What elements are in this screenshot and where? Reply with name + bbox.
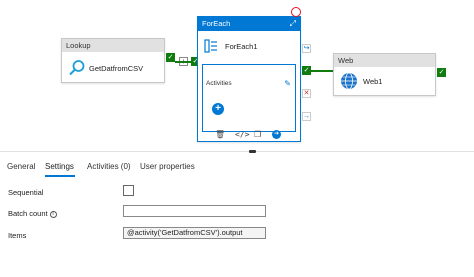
- foreach-activity-name: ForEach1: [225, 42, 258, 51]
- activity-toolbar: 🗑 </> ❐ ➔: [215, 130, 291, 140]
- tab-user-properties[interactable]: User properties: [140, 162, 195, 171]
- pipeline-canvas[interactable]: Lookup GetDatfromCSV ✓ + ✓ ForEach ⤢ For…: [0, 0, 474, 150]
- web-activity-name: Web1: [363, 77, 383, 86]
- go-icon[interactable]: ➔: [272, 130, 281, 139]
- copy-icon[interactable]: ❐: [254, 130, 261, 139]
- panel-divider: [0, 151, 474, 152]
- batch-count-row: Batch count i: [8, 209, 57, 218]
- skip-output-icon[interactable]: ↪: [302, 44, 311, 53]
- batch-count-input[interactable]: [123, 205, 266, 217]
- resize-grip[interactable]: [249, 150, 256, 153]
- sequential-label: Sequential: [8, 188, 44, 197]
- items-input[interactable]: @activity('GetDatfromCSV').output: [123, 227, 266, 239]
- tab-settings[interactable]: Settings: [45, 162, 74, 171]
- foreach-success-icon[interactable]: ✓: [302, 66, 311, 75]
- delete-icon[interactable]: 🗑: [215, 130, 225, 139]
- lookup-success-icon[interactable]: ✓: [166, 53, 175, 62]
- foreach-to-web-connector: [311, 70, 333, 72]
- foreach-inner-activities[interactable]: Activities ✎ +: [202, 64, 296, 132]
- add-activity-icon[interactable]: +: [212, 103, 224, 115]
- active-tab-indicator: [45, 175, 75, 177]
- lookup-activity[interactable]: Lookup GetDatfromCSV: [61, 38, 165, 83]
- foreach-failure-icon[interactable]: ✕: [302, 89, 311, 98]
- info-icon[interactable]: i: [49, 211, 57, 218]
- inner-activities-label: Activities: [206, 80, 232, 87]
- foreach-activity-type: ForEach: [202, 19, 231, 28]
- items-label: Items: [8, 231, 27, 240]
- tab-activities[interactable]: Activities (0): [87, 162, 131, 171]
- foreach-icon: [204, 39, 217, 53]
- lookup-search-icon: [69, 60, 85, 76]
- sequential-checkbox[interactable]: [123, 185, 134, 196]
- tab-general[interactable]: General: [7, 162, 35, 171]
- batch-count-label: Batch count: [8, 209, 48, 218]
- foreach-header: ForEach ⤢: [198, 17, 300, 31]
- foreach-completion-icon[interactable]: →: [302, 112, 311, 121]
- expand-icon[interactable]: ⤢: [290, 19, 296, 29]
- foreach-activity[interactable]: ForEach ⤢ ForEach1 Activities ✎ +: [197, 16, 301, 142]
- web-activity[interactable]: Web Web1: [333, 53, 436, 96]
- code-icon[interactable]: </>: [235, 130, 249, 139]
- lookup-activity-type: Lookup: [62, 39, 164, 52]
- red-highlight-circle: [291, 7, 301, 17]
- lookup-activity-name: GetDatfromCSV: [89, 64, 144, 73]
- web-activity-type: Web: [334, 54, 435, 67]
- edit-pencil-icon[interactable]: ✎: [284, 79, 291, 88]
- globe-icon: [341, 72, 357, 90]
- web-success-icon[interactable]: ✓: [437, 68, 446, 77]
